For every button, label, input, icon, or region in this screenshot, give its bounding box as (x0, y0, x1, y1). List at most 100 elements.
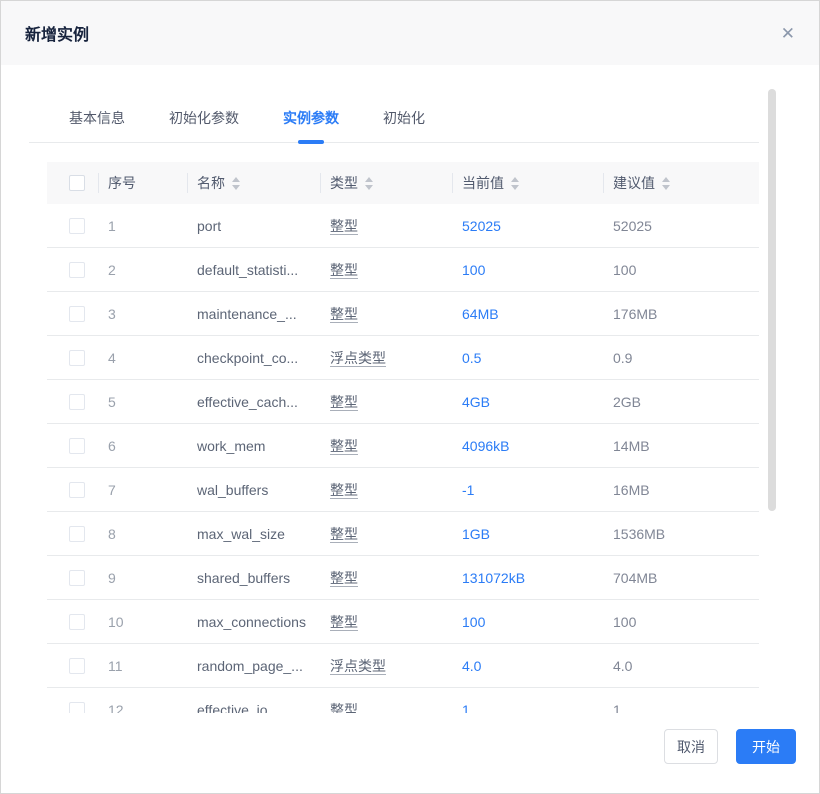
param-type[interactable]: 整型 (330, 570, 358, 586)
param-current-value[interactable]: 0.5 (462, 350, 481, 366)
row-checkbox[interactable] (69, 394, 85, 410)
select-all-checkbox[interactable] (69, 175, 85, 191)
row-checkbox[interactable] (69, 702, 85, 714)
sort-icons[interactable] (232, 177, 240, 190)
param-type[interactable]: 整型 (330, 218, 358, 234)
param-suggested-value: 704MB (613, 570, 657, 586)
tab-instance-params[interactable]: 实例参数 (283, 99, 339, 142)
table-row: 2 default_statisti... 整型 100 100 (47, 248, 759, 292)
header-name[interactable]: 名称 (187, 162, 320, 204)
param-type[interactable]: 整型 (330, 526, 358, 542)
sort-asc-icon[interactable] (511, 177, 519, 182)
row-index: 1 (108, 218, 116, 234)
table-row: 11 random_page_... 浮点类型 4.0 4.0 (47, 644, 759, 688)
param-type[interactable]: 整型 (330, 614, 358, 630)
param-name: default_statisti... (197, 262, 298, 278)
tab-basic-info[interactable]: 基本信息 (69, 99, 125, 142)
param-name: shared_buffers (197, 570, 290, 586)
param-suggested-value: 176MB (613, 306, 657, 322)
sort-icons[interactable] (511, 177, 519, 190)
sort-desc-icon[interactable] (662, 185, 670, 190)
header-checkbox-cell (47, 162, 98, 204)
tab-label: 基本信息 (69, 110, 125, 126)
sort-desc-icon[interactable] (511, 185, 519, 190)
row-index: 5 (108, 394, 116, 410)
row-index: 3 (108, 306, 116, 322)
row-checkbox-cell (47, 570, 98, 586)
sort-asc-icon[interactable] (365, 177, 373, 182)
param-name: effective_io_... (197, 702, 287, 714)
param-name: wal_buffers (197, 482, 268, 498)
param-name: port (197, 218, 221, 234)
tab-label: 初始化 (383, 110, 425, 126)
row-checkbox-cell (47, 394, 98, 410)
param-current-value[interactable]: 52025 (462, 218, 501, 234)
sort-asc-icon[interactable] (662, 177, 670, 182)
param-current-value[interactable]: 1 (462, 702, 470, 714)
tab-label: 初始化参数 (169, 110, 239, 126)
tab-label: 实例参数 (283, 110, 339, 126)
dialog-body: 基本信息 初始化参数 实例参数 初始化 序号 名 (1, 65, 819, 713)
param-current-value[interactable]: 1GB (462, 526, 490, 542)
param-current-value[interactable]: 131072kB (462, 570, 525, 586)
param-type[interactable]: 整型 (330, 262, 358, 278)
row-checkbox[interactable] (69, 306, 85, 322)
start-button[interactable]: 开始 (736, 729, 796, 764)
row-index: 2 (108, 262, 116, 278)
sort-icons[interactable] (365, 177, 373, 190)
sort-icons[interactable] (662, 177, 670, 190)
row-checkbox-cell (47, 482, 98, 498)
param-current-value[interactable]: 64MB (462, 306, 499, 322)
sort-desc-icon[interactable] (365, 185, 373, 190)
cancel-button[interactable]: 取消 (664, 729, 718, 764)
row-checkbox[interactable] (69, 350, 85, 366)
header-type[interactable]: 类型 (320, 162, 452, 204)
param-suggested-value: 1536MB (613, 526, 665, 542)
param-name: work_mem (197, 438, 265, 454)
row-checkbox-cell (47, 350, 98, 366)
row-checkbox[interactable] (69, 438, 85, 454)
sort-asc-icon[interactable] (232, 177, 240, 182)
param-type[interactable]: 整型 (330, 306, 358, 322)
row-index: 9 (108, 570, 116, 586)
table-row: 5 effective_cach... 整型 4GB 2GB (47, 380, 759, 424)
tab-initialize[interactable]: 初始化 (383, 99, 425, 142)
param-type[interactable]: 浮点类型 (330, 658, 386, 674)
table-row: 9 shared_buffers 整型 131072kB 704MB (47, 556, 759, 600)
row-checkbox-cell (47, 218, 98, 234)
param-current-value[interactable]: 4096kB (462, 438, 509, 454)
header-current-value[interactable]: 当前值 (452, 162, 603, 204)
param-type[interactable]: 整型 (330, 702, 358, 714)
row-checkbox[interactable] (69, 482, 85, 498)
tab-init-params[interactable]: 初始化参数 (169, 99, 239, 142)
param-name: max_connections (197, 614, 306, 630)
table-row: 12 effective_io_... 整型 1 1 (47, 688, 759, 713)
row-index: 11 (108, 658, 123, 674)
param-type[interactable]: 浮点类型 (330, 350, 386, 366)
row-checkbox[interactable] (69, 218, 85, 234)
param-current-value[interactable]: -1 (462, 482, 474, 498)
param-current-value[interactable]: 100 (462, 262, 485, 278)
param-current-value[interactable]: 4GB (462, 394, 490, 410)
row-checkbox-cell (47, 306, 98, 322)
close-icon[interactable]: ✕ (781, 25, 795, 42)
param-type[interactable]: 整型 (330, 438, 358, 454)
row-index: 12 (108, 702, 124, 714)
param-type[interactable]: 整型 (330, 482, 358, 498)
row-checkbox[interactable] (69, 526, 85, 542)
param-current-value[interactable]: 4.0 (462, 658, 481, 674)
param-type[interactable]: 整型 (330, 394, 358, 410)
row-checkbox[interactable] (69, 262, 85, 278)
row-index: 6 (108, 438, 116, 454)
table-body: 1 port 整型 52025 52025 2 default_statisti… (47, 204, 759, 713)
row-checkbox[interactable] (69, 614, 85, 630)
sort-desc-icon[interactable] (232, 185, 240, 190)
row-checkbox-cell (47, 438, 98, 454)
row-checkbox[interactable] (69, 658, 85, 674)
param-current-value[interactable]: 100 (462, 614, 485, 630)
row-checkbox[interactable] (69, 570, 85, 586)
table-row: 4 checkpoint_co... 浮点类型 0.5 0.9 (47, 336, 759, 380)
scrollbar-thumb[interactable] (768, 89, 776, 511)
param-name: random_page_... (197, 658, 303, 674)
header-suggested-value[interactable]: 建议值 (603, 162, 759, 204)
